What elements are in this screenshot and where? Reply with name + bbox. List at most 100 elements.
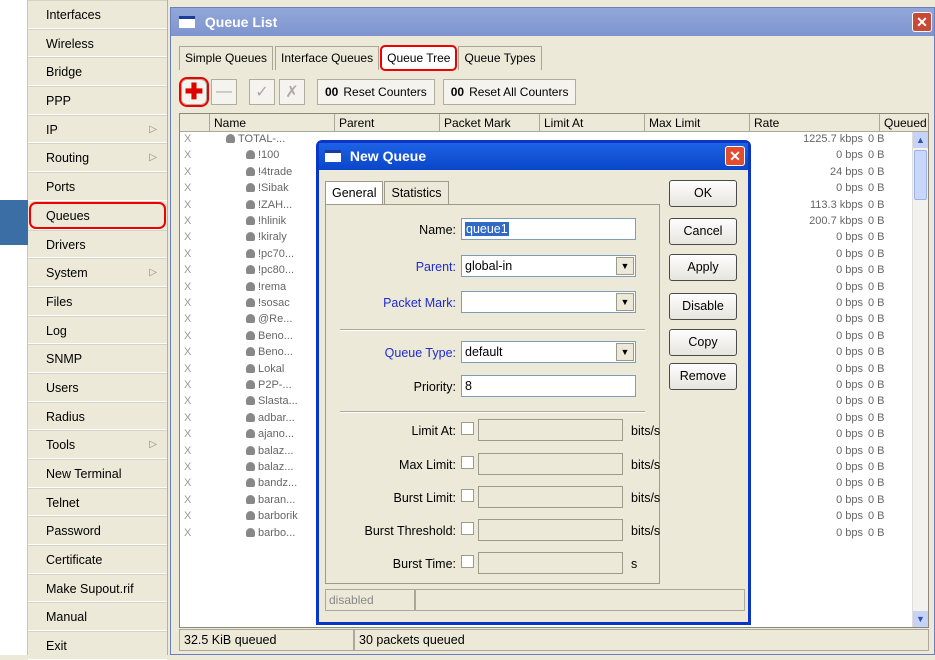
column-header-limit-at[interactable]: Limit At	[540, 114, 645, 132]
burst-time-checkbox[interactable]	[461, 555, 474, 568]
disabled-mark: X	[184, 346, 192, 359]
tab-queue-types[interactable]: Queue Types	[458, 46, 542, 70]
sidebar-item-make-supout-rif[interactable]: Make Supout.rif	[28, 573, 167, 603]
column-header-parent[interactable]: Parent	[335, 114, 440, 132]
row-name-text: ajano...	[258, 428, 295, 441]
disable-button[interactable]: Disable	[669, 293, 737, 320]
ok-button[interactable]: OK	[669, 180, 737, 207]
row-name-text: !pc80...	[258, 264, 295, 277]
dialog-tab-statistics[interactable]: Statistics	[384, 181, 449, 204]
window-titlebar[interactable]: Queue List ✕	[171, 8, 934, 36]
sidebar-item-routing[interactable]: Routing ▷	[28, 143, 167, 173]
window-close-button[interactable]: ✕	[912, 12, 932, 32]
sidebar-item-label: Wireless	[46, 36, 94, 51]
row-queued: 0 B	[868, 133, 885, 145]
row-name-text: Slasta...	[258, 395, 298, 408]
sidebar-item-users[interactable]: Users	[28, 372, 167, 402]
sidebar-item-log[interactable]: Log	[28, 315, 167, 345]
sidebar-item-queues[interactable]: Queues	[28, 200, 167, 230]
chevron-down-icon[interactable]: ▼	[616, 257, 634, 275]
tab-queue-tree[interactable]: Queue Tree	[380, 45, 458, 71]
row-queued: 0 B	[868, 461, 885, 473]
priority-input[interactable]: 8	[461, 375, 636, 397]
name-input[interactable]: queue1	[461, 218, 636, 240]
remove-button[interactable]: —	[211, 79, 237, 105]
max-limit-input[interactable]	[478, 453, 623, 475]
burst-time-unit: s	[631, 557, 638, 571]
sidebar-item-interfaces[interactable]: Interfaces	[28, 0, 167, 29]
dialog-close-button[interactable]: ✕	[725, 146, 745, 166]
sidebar-item-files[interactable]: Files	[28, 286, 167, 316]
sidebar-item-snmp[interactable]: SNMP	[28, 344, 167, 373]
tab-interface-queues[interactable]: Interface Queues	[275, 46, 380, 70]
chevron-down-icon[interactable]: ▼	[616, 293, 634, 311]
sidebar-item-label: Telnet	[46, 495, 80, 510]
dialog-titlebar[interactable]: New Queue ✕	[319, 143, 748, 170]
copy-button[interactable]: Copy	[669, 329, 737, 356]
row-queued: 0 B	[868, 444, 885, 457]
column-header-max-limit[interactable]: Max Limit	[645, 114, 750, 132]
apply-button[interactable]: Apply	[669, 254, 737, 281]
enable-button[interactable]: ✓	[249, 79, 275, 105]
cancel-button[interactable]: Cancel	[669, 218, 737, 245]
burst-limit-input[interactable]	[478, 486, 623, 508]
column-header-rate[interactable]: Rate	[750, 114, 880, 132]
queue-icon	[246, 183, 255, 193]
sidebar-item-ports[interactable]: Ports	[28, 172, 167, 201]
reset-all-counters-button[interactable]: 00 Reset All Counters	[442, 79, 577, 105]
sidebar-item-manual[interactable]: Manual	[28, 602, 167, 632]
queue-icon	[246, 314, 255, 324]
chevron-down-icon[interactable]: ▼	[616, 343, 634, 361]
column-header-packet-mark[interactable]: Packet Mark	[440, 114, 540, 132]
scroll-down-icon[interactable]: ▼	[913, 611, 928, 627]
limit-at-checkbox[interactable]	[461, 422, 474, 435]
sidebar-item-ip[interactable]: IP ▷	[28, 114, 167, 144]
parent-value: global-in	[465, 259, 513, 273]
sidebar-item-password[interactable]: Password	[28, 516, 167, 546]
parent-select[interactable]: global-in ▼	[461, 255, 636, 277]
dialog-tabs: General Statistics	[325, 181, 450, 204]
max-limit-checkbox[interactable]	[461, 456, 474, 469]
sidebar-item-system[interactable]: System ▷	[28, 258, 167, 287]
scroll-up-icon[interactable]: ▲	[913, 132, 928, 148]
row-name: bandz...	[246, 477, 297, 489]
vertical-scrollbar[interactable]: ▲ ▼	[912, 132, 928, 627]
burst-threshold-checkbox[interactable]	[461, 522, 474, 535]
burst-limit-unit: bits/s	[631, 491, 661, 505]
sidebar-item-radius[interactable]: Radius	[28, 401, 167, 431]
queue-type-select[interactable]: default ▼	[461, 341, 636, 363]
row-name-text: !Sibak	[258, 182, 289, 195]
disable-button[interactable]: ✗	[279, 79, 305, 105]
column-header-queued[interactable]: Queued	[880, 114, 928, 132]
sidebar-item-exit[interactable]: Exit	[28, 631, 167, 660]
row-name-text: balaz...	[258, 444, 294, 457]
sidebar-item-telnet[interactable]: Telnet	[28, 487, 167, 517]
sidebar-item-ppp[interactable]: PPP	[28, 86, 167, 115]
burst-threshold-label: Burst Threshold:	[364, 524, 456, 538]
sidebar-item-tools[interactable]: Tools ▷	[28, 430, 167, 459]
sidebar-item-label: Bridge	[46, 65, 83, 80]
sidebar-item-certificate[interactable]: Certificate	[28, 545, 167, 574]
packet-mark-select[interactable]: ▼	[461, 291, 636, 313]
scroll-thumb[interactable]	[914, 150, 927, 200]
sidebar-item-bridge[interactable]: Bridge	[28, 57, 167, 87]
limit-at-input[interactable]	[478, 419, 623, 441]
max-limit-label: Max Limit:	[399, 458, 456, 472]
sidebar-item-wireless[interactable]: Wireless	[28, 28, 167, 58]
column-header-name[interactable]: Name	[210, 114, 335, 132]
reset-counters-button[interactable]: 00 Reset Counters	[317, 79, 435, 105]
add-button[interactable]: ✚	[179, 77, 209, 107]
burst-limit-checkbox[interactable]	[461, 489, 474, 502]
burst-threshold-input[interactable]	[478, 519, 623, 541]
sidebar-item-label: Manual	[46, 610, 87, 625]
row-queued: 0 B	[868, 510, 885, 523]
queue-icon	[246, 396, 255, 406]
sidebar-item-new-terminal[interactable]: New Terminal	[28, 459, 167, 488]
row-name: Beno...	[246, 346, 293, 358]
remove-button[interactable]: Remove	[669, 363, 737, 390]
tab-simple-queues[interactable]: Simple Queues	[179, 46, 274, 70]
dialog-tab-general[interactable]: General	[325, 181, 384, 204]
sidebar-item-drivers[interactable]: Drivers	[28, 229, 167, 259]
burst-time-input[interactable]	[478, 552, 623, 574]
queue-icon	[246, 412, 255, 422]
